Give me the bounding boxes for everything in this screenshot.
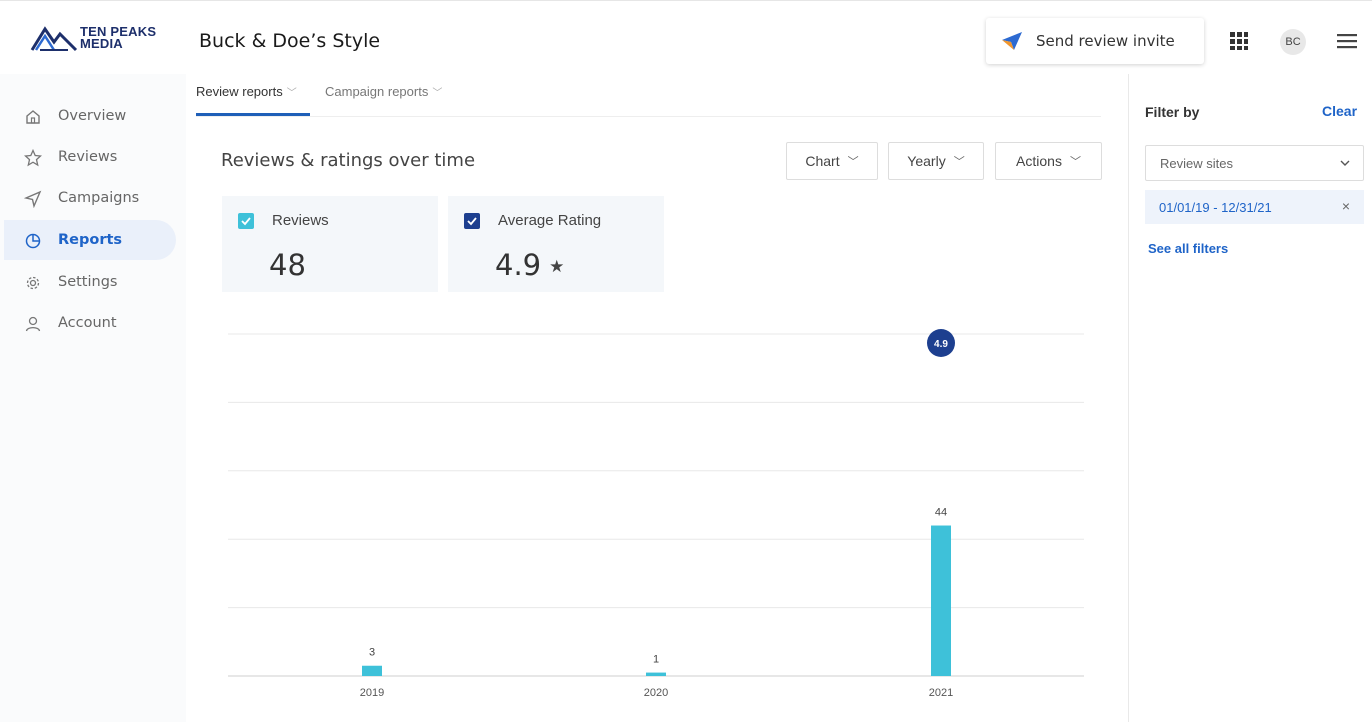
- logo-line-2: MEDIA: [80, 36, 123, 51]
- send-icon: [24, 190, 42, 208]
- paper-plane-icon: [1002, 32, 1022, 50]
- sidebar-item-campaigns[interactable]: Campaigns: [4, 178, 176, 218]
- x-tick-label: 2019: [360, 687, 384, 699]
- review-sites-select[interactable]: Review sites: [1145, 145, 1364, 181]
- pie-chart-icon: [25, 233, 41, 249]
- metric-label: Average Rating: [498, 212, 602, 229]
- see-all-filters-link[interactable]: See all filters: [1148, 241, 1228, 256]
- reviews-series-checkbox[interactable]: [238, 213, 254, 229]
- sidebar-item-label: Reviews: [58, 149, 118, 165]
- chevron-down-icon: ﹀: [286, 88, 297, 99]
- bar-data-label: 3: [369, 647, 375, 659]
- user-icon: [25, 316, 41, 332]
- business-name: Buck & Doe’s Style: [199, 30, 381, 52]
- sidebar-item-label: Settings: [58, 274, 118, 290]
- chart-type-value: Chart: [805, 153, 840, 169]
- sidebar-item-reports[interactable]: Reports: [4, 220, 176, 260]
- tab-campaign-reports[interactable]: Campaign reports ﹀: [325, 84, 442, 99]
- section-title: Reviews & ratings over time: [221, 150, 476, 171]
- checkmark-icon: [467, 217, 477, 226]
- sidebar-item-label: Campaigns: [58, 190, 140, 206]
- clear-filters-link[interactable]: Clear: [1322, 103, 1357, 119]
- sidebar-item-label: Account: [58, 315, 117, 331]
- x-tick-label: 2021: [929, 687, 953, 699]
- sidebar-item-settings[interactable]: Settings: [4, 262, 176, 302]
- filter-panel: Filter by Clear Review sites 01/01/19 - …: [1128, 74, 1372, 722]
- star-icon: [24, 149, 42, 167]
- chevron-down-icon: [1340, 160, 1350, 166]
- review-sites-placeholder: Review sites: [1160, 155, 1233, 171]
- rating-value: 4.9: [495, 248, 542, 282]
- actions-dropdown[interactable]: Actions ﹀: [995, 142, 1102, 180]
- metric-value: 48: [269, 248, 306, 282]
- rating-star-icon: ★: [549, 257, 565, 277]
- ten-peaks-logo[interactable]: TEN PEAKS MEDIA: [30, 23, 170, 57]
- left-sidebar: Overview Reviews Campaigns Reports Setti…: [0, 74, 186, 722]
- chart-type-dropdown[interactable]: Chart ﹀: [786, 142, 878, 180]
- filter-title: Filter by: [1145, 104, 1200, 120]
- sidebar-item-label: Reports: [58, 232, 123, 248]
- bar-data-label: 1: [653, 654, 659, 666]
- chevron-down-icon: ﹀: [953, 156, 965, 168]
- rating-series-checkbox[interactable]: [464, 213, 480, 229]
- tab-label: Review reports: [196, 84, 283, 99]
- chart-bar: [931, 525, 951, 676]
- rating-data-label: 4.9: [934, 339, 948, 350]
- sidebar-item-overview[interactable]: Overview: [4, 96, 176, 136]
- sidebar-item-label: Overview: [58, 108, 127, 124]
- user-avatar[interactable]: BC: [1280, 29, 1306, 55]
- close-icon[interactable]: ×: [1342, 198, 1350, 214]
- home-icon: [26, 110, 40, 124]
- bar-data-label: 44: [935, 507, 947, 519]
- chevron-down-icon: ﹀: [847, 156, 859, 168]
- hamburger-menu-icon[interactable]: [1336, 31, 1358, 51]
- metric-card-average-rating: Average Rating 4.9 ★: [448, 196, 664, 292]
- chart-bar: [646, 672, 666, 676]
- date-range-value: 01/01/19 - 12/31/21: [1159, 199, 1272, 215]
- actions-value: Actions: [1016, 153, 1062, 169]
- sidebar-item-account[interactable]: Account: [4, 303, 176, 343]
- apps-grid-icon[interactable]: [1229, 31, 1249, 51]
- chart-bar: [362, 665, 382, 676]
- x-tick-label: 2020: [644, 687, 668, 699]
- report-tabs: Review reports ﹀ Campaign reports ﹀: [196, 74, 1101, 117]
- send-review-invite-button[interactable]: Send review invite: [986, 18, 1204, 64]
- metric-value: 4.9 ★: [495, 248, 564, 282]
- sidebar-item-reviews[interactable]: Reviews: [4, 137, 176, 177]
- send-review-invite-label: Send review invite: [1036, 32, 1175, 50]
- tab-review-reports[interactable]: Review reports ﹀: [196, 84, 297, 99]
- chevron-down-icon: ﹀: [1069, 156, 1081, 168]
- gear-icon: [26, 276, 40, 290]
- date-range-chip: 01/01/19 - 12/31/21 ×: [1145, 190, 1364, 224]
- tab-label: Campaign reports: [325, 84, 429, 99]
- metric-card-reviews: Reviews 48: [222, 196, 438, 292]
- period-dropdown[interactable]: Yearly ﹀: [888, 142, 984, 180]
- chevron-down-icon: ﹀: [432, 88, 443, 99]
- logo-text: TEN PEAKS MEDIA: [80, 25, 156, 51]
- mountain-logo-icon: [30, 26, 78, 52]
- metric-label: Reviews: [272, 212, 329, 229]
- reviews-chart: 3 2019 1 2020 44 2021 4.9: [228, 329, 1084, 699]
- period-value: Yearly: [907, 153, 946, 169]
- checkmark-icon: [241, 217, 251, 226]
- active-tab-indicator: [196, 113, 310, 116]
- main-content: Review reports ﹀ Campaign reports ﹀ Review…: [186, 74, 1128, 722]
- top-header: TEN PEAKS MEDIA Buck & Doe’s Style Send …: [0, 0, 1372, 74]
